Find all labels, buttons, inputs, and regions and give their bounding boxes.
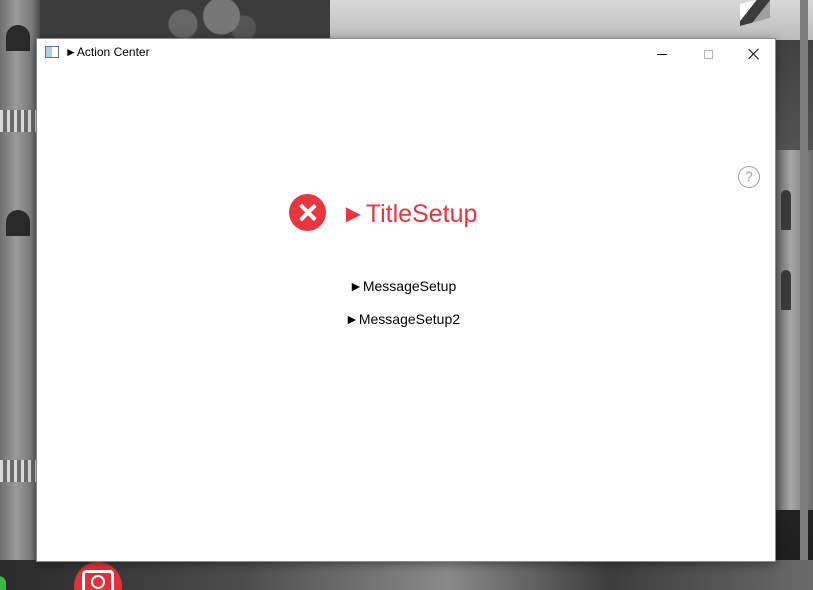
background-arch: [781, 270, 791, 310]
title-bar[interactable]: ►Action Center: [37, 39, 775, 69]
app-window-icon: [45, 46, 59, 58]
help-icon[interactable]: ?: [738, 166, 760, 188]
maximize-button[interactable]: [685, 39, 731, 69]
error-icon: [289, 194, 326, 231]
background-pole: [800, 0, 808, 590]
background-building-left: [0, 0, 40, 560]
notification-title: ►TitleSetup: [341, 200, 478, 228]
background-balcony: [0, 110, 40, 132]
background-trees: [150, 0, 260, 40]
minimize-button[interactable]: [639, 39, 685, 69]
window-title: ►Action Center: [65, 45, 150, 59]
notification-message: ►MessageSetup: [349, 278, 457, 294]
close-icon: [748, 48, 760, 60]
minimize-icon: [657, 53, 667, 55]
close-button[interactable]: [731, 39, 777, 69]
action-center-window: ►Action Center ? ►TitleSetup ►MessageSet…: [36, 38, 776, 562]
background-arch: [781, 190, 791, 230]
background-balcony: [0, 460, 40, 482]
notification-message-secondary: ►MessageSetup2: [345, 311, 461, 327]
maximize-icon: [703, 49, 713, 59]
background-window: [6, 25, 30, 51]
background-window: [6, 210, 30, 236]
camera-icon: [82, 570, 114, 590]
